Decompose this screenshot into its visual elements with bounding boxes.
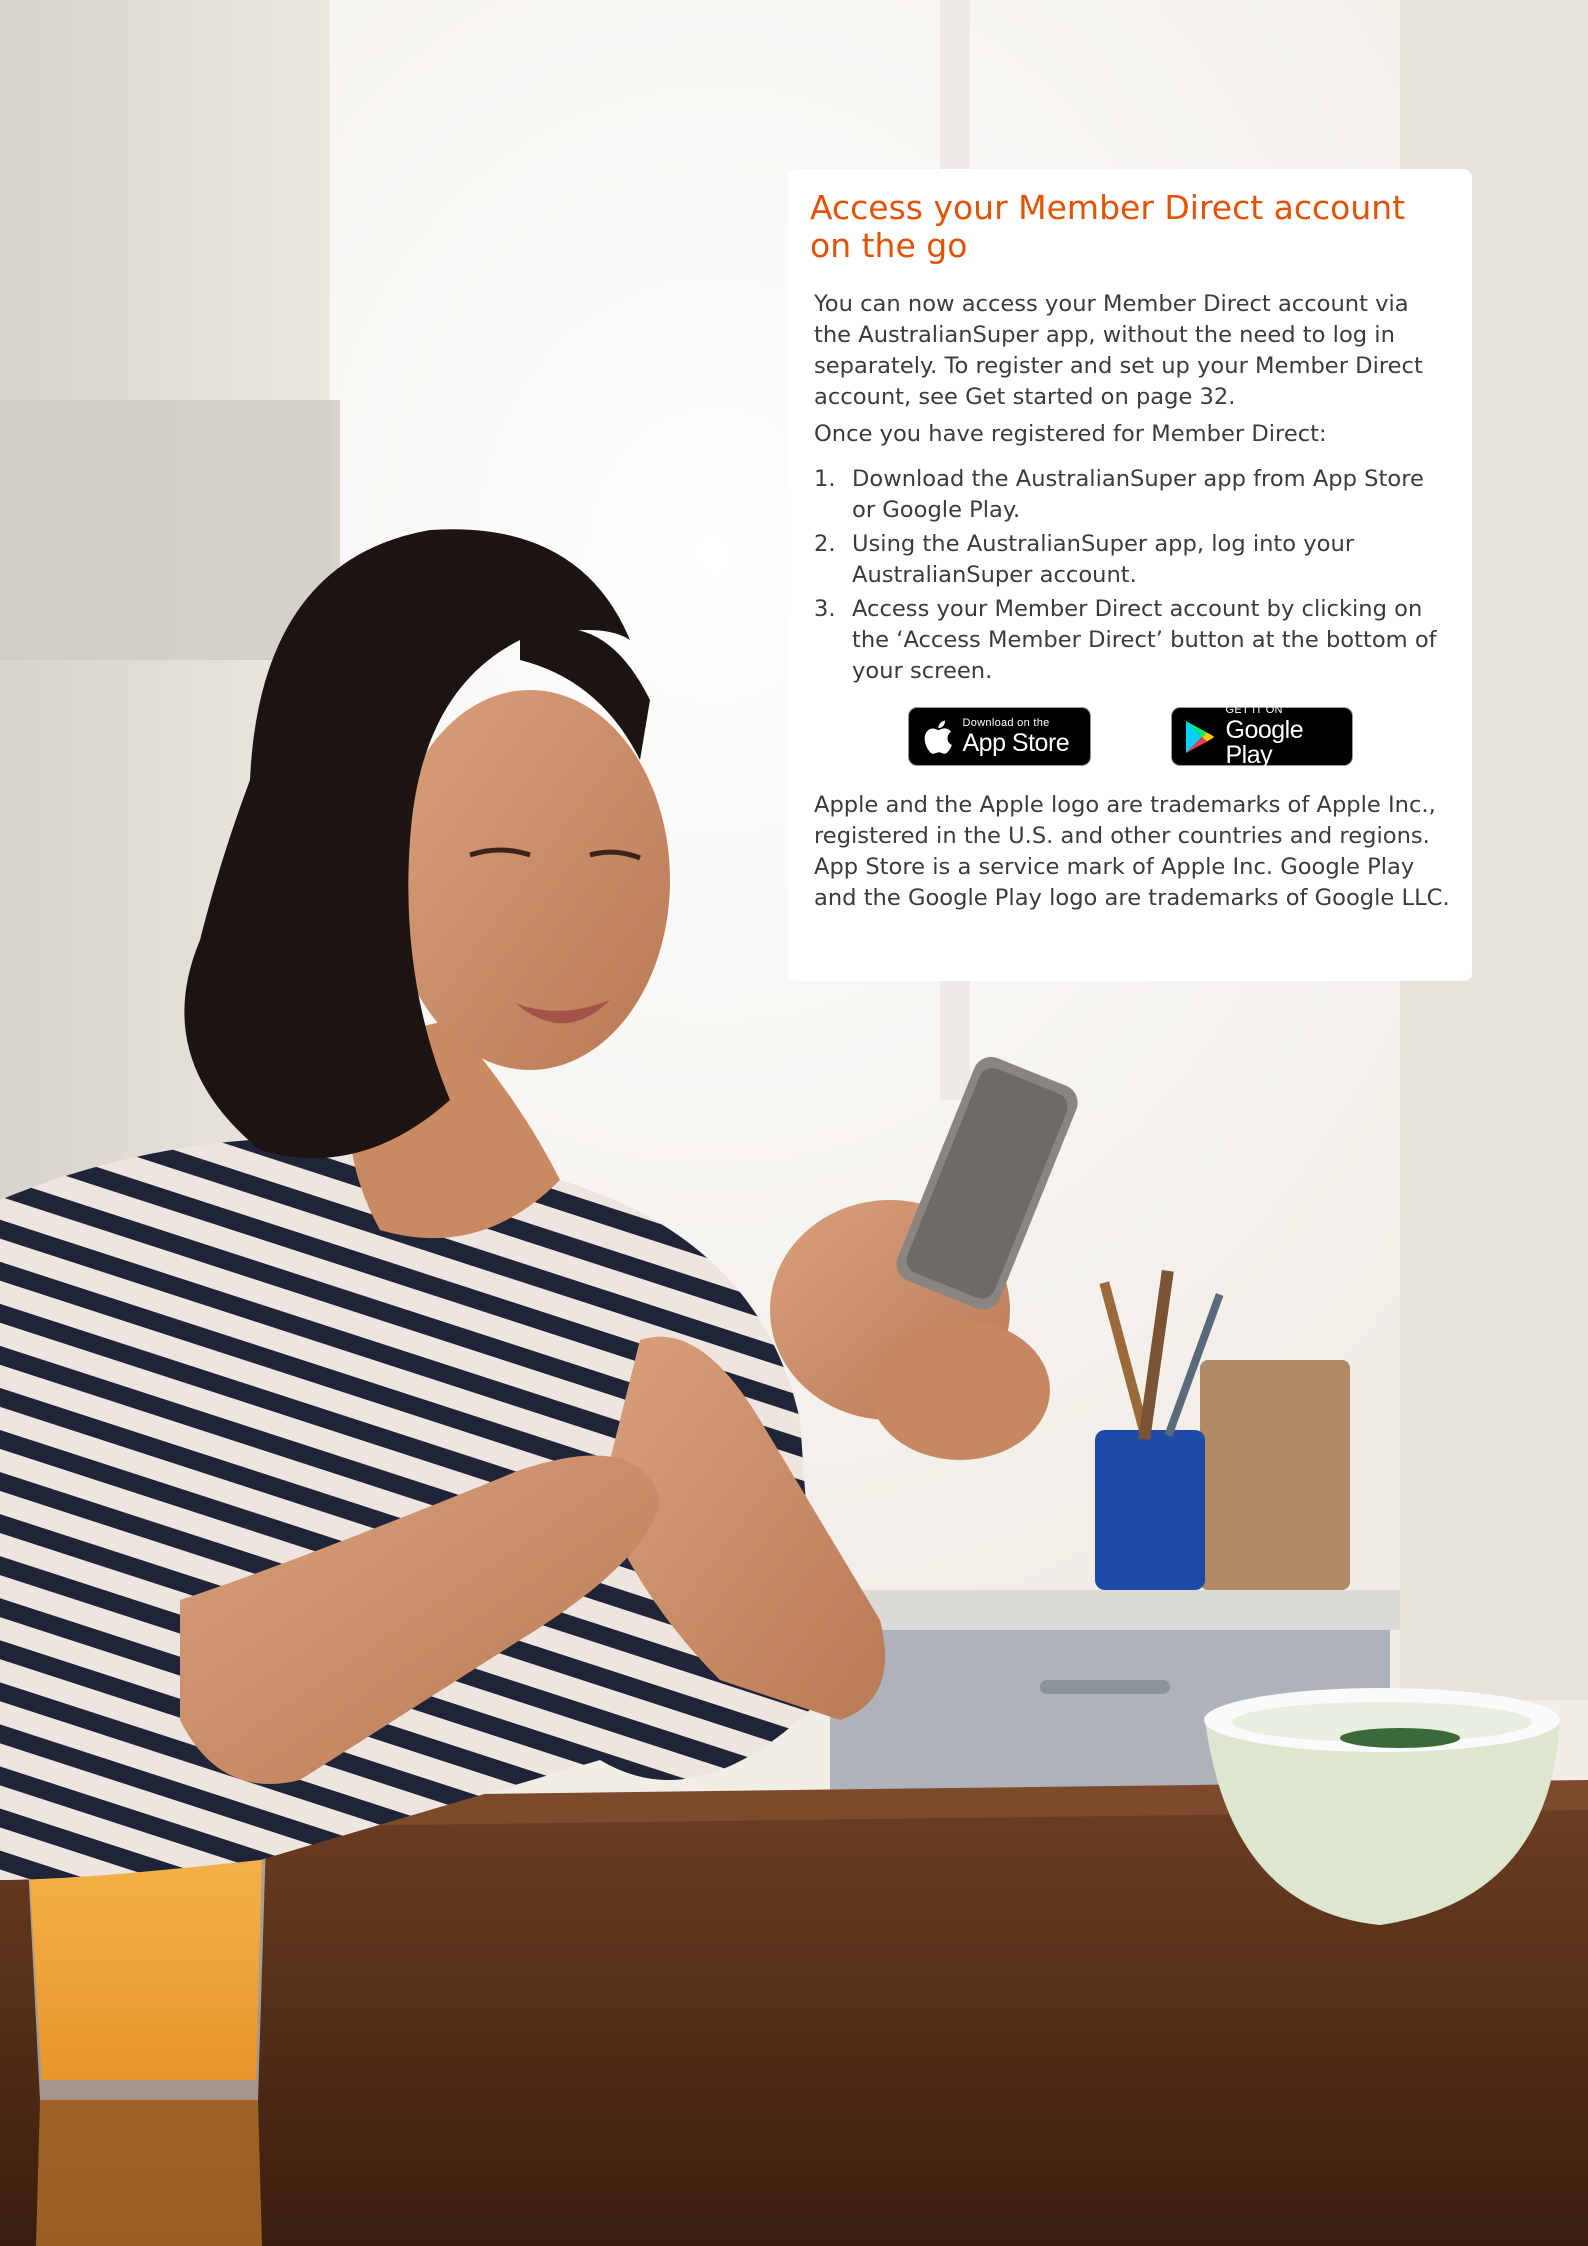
google-play-small-label: GET IT ON	[1225, 704, 1283, 716]
step-text: Download the AustralianSuper app from Ap…	[852, 466, 1424, 523]
step-number: 3.	[814, 596, 836, 622]
intro-paragraph: You can now access your Member Direct ac…	[814, 291, 1423, 410]
lead-paragraph: Once you have registered for Member Dire…	[814, 421, 1327, 447]
info-card: Access your Member Direct account on the…	[788, 169, 1472, 981]
app-store-badge[interactable]: Download on the App Store	[907, 707, 1091, 766]
card-title: Access your Member Direct account on the…	[810, 188, 1406, 265]
step-item: 1. Download the AustralianSuper app from…	[814, 464, 1450, 526]
app-store-small-label: Download on the	[962, 716, 1050, 729]
trademark-disclaimer: Apple and the Apple logo are trademarks …	[814, 792, 1450, 911]
step-item: 2. Using the AustralianSuper app, log in…	[814, 529, 1450, 591]
google-play-badge[interactable]: GET IT ON Google Play	[1170, 704, 1353, 769]
step-text: Using the AustralianSuper app, log into …	[852, 531, 1355, 588]
google-play-big-label: Google Play	[1225, 716, 1304, 769]
steps-list: 1. Download the AustralianSuper app from…	[810, 464, 1450, 687]
app-store-big-label: App Store	[962, 728, 1070, 757]
store-badges: Download on the App Store GET IT ON Goog…	[810, 704, 1450, 769]
google-play-icon	[1185, 720, 1214, 753]
apple-icon	[924, 720, 952, 754]
step-number: 1.	[814, 466, 836, 492]
step-text: Access your Member Direct account by cli…	[852, 596, 1437, 684]
step-number: 2.	[814, 531, 836, 557]
step-item: 3. Access your Member Direct account by …	[814, 594, 1450, 687]
